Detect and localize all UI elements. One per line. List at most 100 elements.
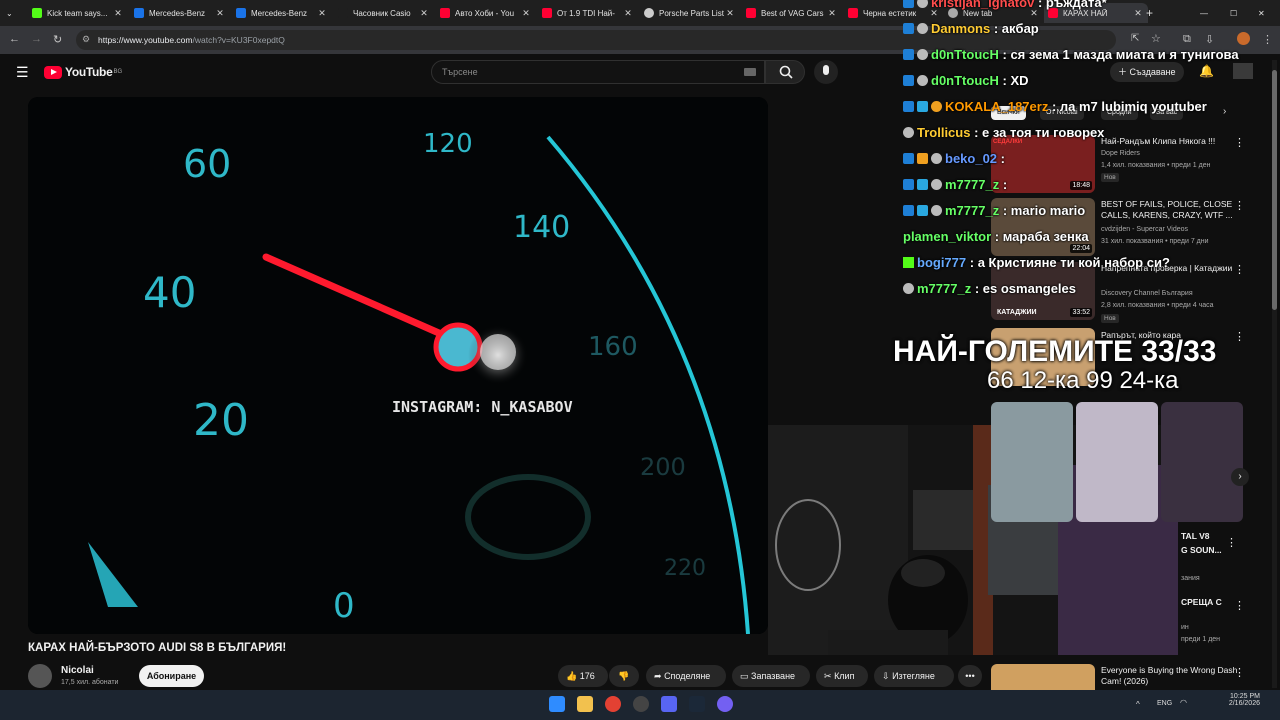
tab-porsche[interactable]: Porsche Parts List ✕ (640, 3, 740, 23)
more-options-icon[interactable]: ⋮ (1234, 263, 1245, 276)
more-options-icon[interactable]: ⋮ (1234, 599, 1245, 612)
clock[interactable]: 10:25 PM 2/16/2026 (1210, 693, 1260, 707)
new-tab-button[interactable]: + (1146, 3, 1160, 23)
chat-username: beko_02 (945, 151, 998, 166)
rec-title-partial[interactable]: G SOUN... (1181, 545, 1231, 556)
file-explorer-icon[interactable] (577, 696, 593, 712)
more-options-icon[interactable]: ⋮ (1234, 666, 1245, 679)
more-actions-button[interactable]: ••• (958, 665, 982, 687)
channel-avatar[interactable] (28, 664, 52, 688)
rec-title-partial[interactable]: TAL V8 (1181, 531, 1231, 542)
menu-icon[interactable]: ⋮ (1262, 33, 1273, 46)
chat-username: bogi777 (917, 255, 967, 270)
rec-channel[interactable]: Discovery Channel България (1101, 288, 1241, 299)
more-options-icon[interactable]: ⋮ (1234, 136, 1245, 149)
minimize-button[interactable]: — (1200, 3, 1214, 23)
rec-channel[interactable]: cvdzijden - Supercar Videos (1101, 224, 1241, 235)
search-box[interactable]: Търсене (431, 60, 765, 84)
bookmark-star-icon[interactable]: ☆ (1151, 32, 1161, 45)
avatar-badge-icon (931, 153, 942, 164)
windows-start-icon[interactable] (549, 696, 565, 712)
download-label: Изтегляне (892, 671, 935, 681)
subscribe-button[interactable]: Абониране (139, 665, 204, 687)
rec-title[interactable]: BEST OF FAILS, POLICE, CLOSE CALLS, KARE… (1101, 199, 1241, 221)
close-icon[interactable]: ✕ (724, 8, 736, 19)
more-options-icon[interactable]: ⋮ (1234, 199, 1245, 212)
scrollbar-thumb[interactable] (1272, 70, 1277, 310)
close-icon[interactable]: ✕ (1132, 8, 1144, 19)
tab-mercedes-2[interactable]: Mercedes-Benz ✕ (232, 3, 332, 23)
create-button[interactable]: ＋ Създаване (1110, 62, 1184, 82)
download-button[interactable]: ⇩ Изтегляне (874, 665, 954, 687)
network-icon[interactable]: ◠ (1180, 698, 1187, 707)
close-icon[interactable]: ✕ (418, 8, 430, 19)
share-button[interactable]: ➦ Споделяне (646, 665, 726, 687)
dislike-button[interactable]: 👎 (609, 665, 639, 687)
close-icon[interactable]: ✕ (520, 8, 532, 19)
chips-next-icon[interactable]: › (1223, 106, 1226, 117)
rec-title-partial[interactable]: СРЕЩА С (1181, 597, 1231, 608)
maximize-button[interactable]: ☐ (1230, 3, 1244, 23)
short-thumbnail[interactable] (1076, 402, 1158, 522)
extensions-icon[interactable]: ⧉ (1183, 33, 1191, 46)
tray-overflow-icon[interactable]: ^ (1136, 700, 1140, 709)
clip-button[interactable]: ✂ Клип (816, 665, 868, 687)
duration-badge: 22:04 (1070, 244, 1092, 253)
gift-badge-icon (917, 153, 928, 164)
short-thumbnail[interactable] (1161, 402, 1243, 522)
tab-tdi[interactable]: От 1.9 TDI Най- ✕ (538, 3, 638, 23)
rec-title[interactable]: Everyone is Buying the Wrong Dash Cam! (… (1101, 665, 1241, 687)
speed-label: 0 (333, 586, 355, 626)
close-icon[interactable]: ✕ (214, 8, 226, 19)
chat-username: KOKALA_187erz (945, 99, 1049, 114)
voice-search-button[interactable] (814, 60, 838, 84)
more-options-icon[interactable]: ⋮ (1226, 536, 1237, 549)
back-icon[interactable]: ← (9, 33, 20, 45)
shorts-next-icon[interactable]: › (1231, 468, 1249, 486)
site-info-icon[interactable]: ⚙ (82, 34, 90, 45)
scrollbar-track[interactable] (1272, 60, 1277, 688)
tab-vag[interactable]: Best of VAG Cars ✕ (742, 3, 842, 23)
steam-icon[interactable] (689, 696, 705, 712)
like-button[interactable]: 👍 176 (558, 665, 608, 687)
window-close-button[interactable]: ✕ (1258, 3, 1272, 23)
forward-icon[interactable]: → (31, 33, 42, 45)
close-icon[interactable]: ✕ (826, 8, 838, 19)
chat-text: : ръждата* (1037, 0, 1107, 10)
channel-name[interactable]: Nicolai (61, 665, 94, 676)
tab-search-button[interactable]: ⌄ (6, 3, 22, 23)
download-icon[interactable]: ⇩ (1205, 33, 1214, 46)
chat-text: : мараба зенка (994, 229, 1089, 244)
more-options-icon[interactable]: ⋮ (1234, 330, 1245, 343)
channel-avatar[interactable] (1233, 63, 1253, 79)
tab-kick[interactable]: Kick team says... ✕ (28, 3, 128, 23)
close-icon[interactable]: ✕ (622, 8, 634, 19)
rec-title[interactable]: Най-Рандъм Клипа Някога !!! (1101, 136, 1241, 147)
obs-icon[interactable] (633, 696, 649, 712)
reload-icon[interactable]: ↻ (53, 33, 62, 46)
search-input[interactable]: Търсене (442, 67, 478, 77)
close-icon[interactable]: ✕ (112, 8, 124, 19)
keyboard-icon[interactable] (744, 68, 756, 76)
language-indicator[interactable]: ENG (1157, 700, 1172, 707)
discord-icon[interactable] (661, 696, 677, 712)
close-icon[interactable]: ✕ (316, 8, 328, 19)
short-thumbnail[interactable] (991, 402, 1073, 522)
chat-username: kristijan_ignatov (931, 0, 1035, 10)
tab-mercedes-1[interactable]: Mercedes-Benz ✕ (130, 3, 230, 23)
profile-avatar[interactable] (1237, 32, 1250, 45)
hamburger-menu-icon[interactable]: ☰ (16, 64, 29, 81)
thumbs-up-icon: 👍 (566, 671, 578, 681)
viber-icon[interactable] (717, 696, 733, 712)
save-button[interactable]: ▭ Запазване (732, 665, 810, 687)
rec-thumbnail[interactable] (991, 664, 1095, 690)
video-player[interactable]: 60 40 20 120 140 160 200 220 0 INSTAGRAM… (28, 97, 768, 634)
chrome-icon[interactable] (605, 696, 621, 712)
cast-icon[interactable]: ⇱ (1131, 33, 1139, 44)
rec-channel[interactable]: Dope Riders (1101, 148, 1241, 159)
tab-casio[interactable]: Часовник Casio ✕ (334, 3, 434, 23)
notifications-bell-icon[interactable]: 🔔 (1199, 64, 1214, 78)
youtube-logo[interactable]: YouTube BG (44, 65, 122, 79)
tab-auto-hobi[interactable]: Авто Хоби - You ✕ (436, 3, 536, 23)
search-button[interactable] (765, 60, 805, 84)
